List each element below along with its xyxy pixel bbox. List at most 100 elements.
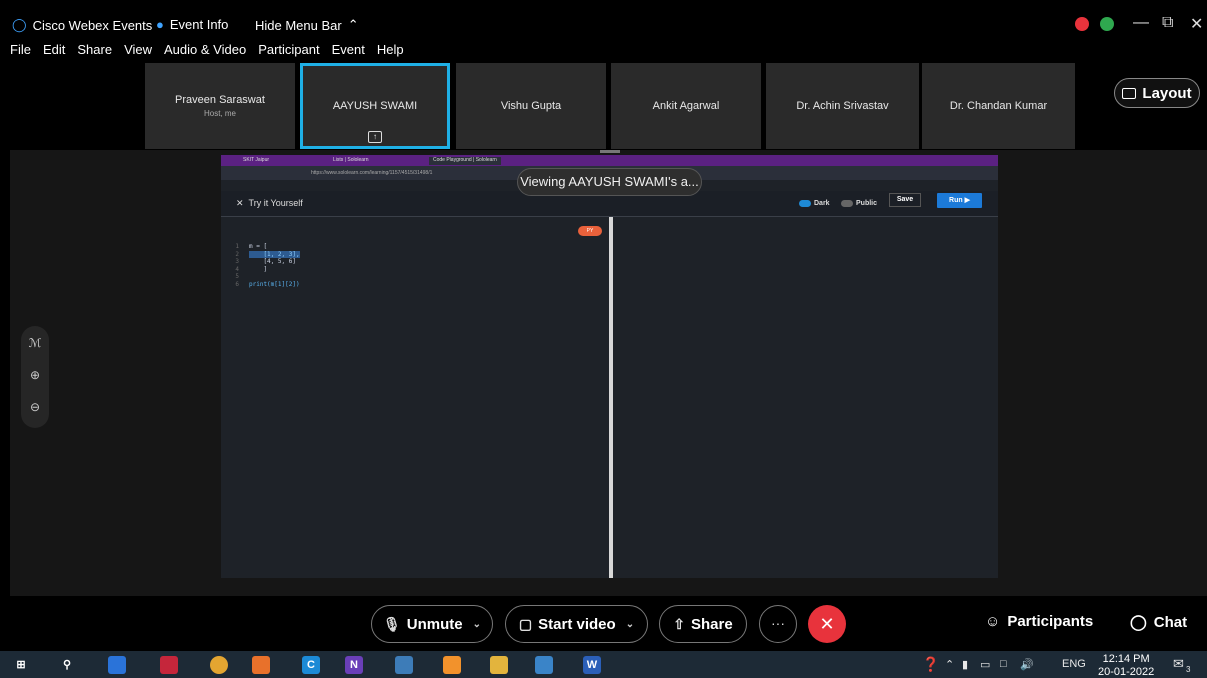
editor-title-text: Try it Yourself xyxy=(248,198,303,208)
more-options-button[interactable]: ··· xyxy=(759,605,797,643)
app-icon[interactable] xyxy=(108,656,126,674)
app-name: Cisco Webex Events xyxy=(32,17,153,33)
zoom-in-icon[interactable]: ⊕ xyxy=(21,368,49,382)
webex-logo-icon: ◯ xyxy=(12,17,27,32)
clock[interactable]: 12:14 PM 20-01-2022 xyxy=(1098,653,1154,678)
editor-title: ✕ Try it Yourself xyxy=(236,198,303,208)
leave-meeting-button[interactable]: ✕ xyxy=(808,605,846,643)
menu-audio-video[interactable]: Audio & Video xyxy=(164,42,246,62)
participant-name: Dr. Chandan Kumar xyxy=(949,100,1048,112)
line-number: 3 xyxy=(235,258,239,265)
hide-menu-bar-button[interactable]: Hide Menu Bar ⌃ xyxy=(255,17,359,33)
participant-name: AAYUSH SWAMI xyxy=(332,100,418,112)
toggle-switch xyxy=(841,200,853,207)
menu-bar: File Edit Share View Audio & Video Parti… xyxy=(10,42,404,62)
chat-button[interactable]: ◯ Chat xyxy=(1130,613,1188,632)
layout-button[interactable]: Layout xyxy=(1114,78,1200,108)
help-icon[interactable]: ❓ xyxy=(922,656,939,673)
volume-icon[interactable]: 🔊 xyxy=(1020,658,1034,671)
menu-share[interactable]: Share xyxy=(77,42,112,62)
chevron-up-icon: ⌃ xyxy=(347,17,359,32)
browser-tab: Lists | Sololearn xyxy=(333,157,369,163)
shield-icon: ● xyxy=(156,17,164,32)
clock-date: 20-01-2022 xyxy=(1098,666,1155,678)
close-button[interactable]: ✕ xyxy=(1190,14,1203,34)
event-info-button[interactable]: ● Event Info xyxy=(156,17,228,32)
app-icon[interactable] xyxy=(160,656,178,674)
usb-icon[interactable]: ▮ xyxy=(962,658,968,671)
unmute-button[interactable]: 🎙 Unmute ⌄ xyxy=(371,605,493,643)
code-editor: 1 m = [ 2 [1, 2, 3], 3 [4, 5, 6] 4 ] 5 6 p… xyxy=(233,243,300,288)
python-icon[interactable] xyxy=(395,656,413,674)
start-video-button[interactable]: ▢ Start video ⌄ xyxy=(505,605,648,643)
code-text: print(m[1][2]) xyxy=(249,280,300,288)
menu-help[interactable]: Help xyxy=(377,42,404,62)
word-icon[interactable]: W xyxy=(583,656,601,674)
network-health-icon[interactable] xyxy=(1100,17,1114,31)
c-app-icon[interactable]: C xyxy=(302,656,320,674)
code-line: 2 [1, 2, 3], xyxy=(233,250,300,258)
chrome-icon[interactable] xyxy=(210,656,228,674)
hide-menu-label: Hide Menu Bar xyxy=(255,17,342,33)
unmute-label: Unmute xyxy=(406,615,463,633)
chevron-up-icon[interactable]: ⌃ xyxy=(945,658,954,671)
video-off-icon: ▢ xyxy=(518,615,533,632)
participant-tile[interactable]: Dr. Achin Srivastav xyxy=(766,63,919,149)
layout-label: Layout xyxy=(1142,84,1192,102)
app-icon[interactable] xyxy=(443,656,461,674)
shared-screen[interactable]: SKIT Jaipur Lists | Sololearn Code Playg… xyxy=(221,155,998,578)
public-toggle: Public xyxy=(841,200,877,207)
event-info-label: Event Info xyxy=(169,17,229,32)
title-bar: ◯ Cisco Webex Events ● Event Info Hide M… xyxy=(10,8,1207,42)
participants-icon: ☺ xyxy=(985,613,1001,630)
menu-event[interactable]: Event xyxy=(332,42,365,62)
windows-start-icon[interactable]: ⊞ xyxy=(12,656,30,674)
code-line: 4 ] xyxy=(233,266,300,274)
search-icon[interactable]: ⚲ xyxy=(58,656,76,674)
recording-icon[interactable] xyxy=(1075,17,1089,31)
dark-label: Dark xyxy=(814,200,830,207)
zoom-out-icon[interactable]: ⊖ xyxy=(21,400,49,414)
network-icon[interactable]: □ xyxy=(1000,658,1007,670)
menu-view[interactable]: View xyxy=(124,42,152,62)
battery-icon[interactable]: ▭ xyxy=(980,658,990,671)
matlab-icon[interactable] xyxy=(252,656,270,674)
code-text: m = [ xyxy=(249,243,268,250)
share-label: Share xyxy=(691,615,733,633)
layout-icon xyxy=(1122,87,1137,99)
editor-save-button: Save xyxy=(889,193,921,207)
participants-button[interactable]: ☺ Participants xyxy=(985,613,1093,630)
browser-tab: SKIT Jaipur xyxy=(243,157,270,163)
chevron-down-icon[interactable]: ⌄ xyxy=(626,619,634,630)
code-line: 3 [4, 5, 6] xyxy=(233,258,300,266)
participant-tile[interactable]: Ankit Agarwal xyxy=(611,63,761,149)
share-button[interactable]: ⇧ Share xyxy=(659,605,747,643)
minimize-button[interactable]: — xyxy=(1133,14,1149,32)
start-video-label: Start video xyxy=(538,615,616,633)
menu-file[interactable]: File xyxy=(10,42,31,62)
annotate-pen-icon[interactable]: ℳ xyxy=(21,336,49,350)
participant-tile[interactable]: Vishu Gupta xyxy=(456,63,606,149)
participant-role: Host, me xyxy=(203,109,236,118)
dark-toggle: Dark xyxy=(799,200,830,207)
participant-tile[interactable]: Praveen Saraswat Host, me xyxy=(145,63,295,149)
resize-handle[interactable] xyxy=(600,150,620,153)
participant-tile[interactable]: Dr. Chandan Kumar xyxy=(922,63,1075,149)
chevron-down-icon[interactable]: ⌄ xyxy=(473,619,481,630)
menu-participant[interactable]: Participant xyxy=(258,42,319,62)
restore-button[interactable]: ⧉ xyxy=(1162,14,1173,32)
public-label: Public xyxy=(856,200,878,207)
chat-label: Chat xyxy=(1153,613,1188,631)
notification-icon[interactable]: ✉ xyxy=(1173,656,1184,672)
language-indicator[interactable]: ENG xyxy=(1062,658,1086,670)
code-line: 1 m = [ xyxy=(233,243,300,251)
editor-run-button: Run ▶ xyxy=(937,193,982,208)
share-icon: ⇧ xyxy=(673,615,686,632)
file-explorer-icon[interactable] xyxy=(490,656,508,674)
participant-tile-active[interactable]: AAYUSH SWAMI ↑ xyxy=(300,63,450,149)
notification-count: 3 xyxy=(1186,665,1191,674)
webex-icon[interactable] xyxy=(535,656,553,674)
participant-name: Dr. Achin Srivastav xyxy=(796,100,889,112)
menu-edit[interactable]: Edit xyxy=(43,42,65,62)
onenote-icon[interactable]: N xyxy=(345,656,363,674)
